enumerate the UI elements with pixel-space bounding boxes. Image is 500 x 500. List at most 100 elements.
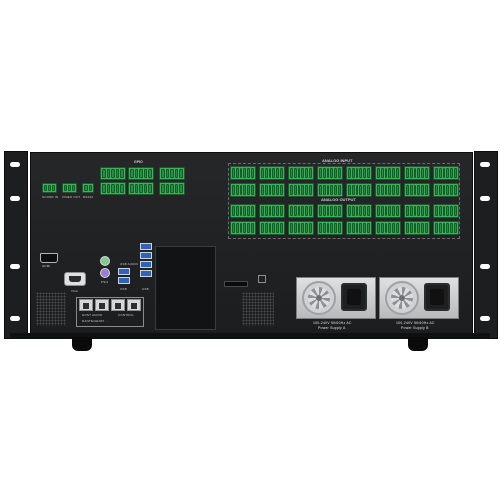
rack-slot: [480, 316, 490, 321]
gpio-terminal-group: [128, 167, 154, 195]
analog-output-terminal[interactable]: [404, 221, 430, 235]
fan-icon: [385, 281, 419, 315]
analog-input-row: [230, 166, 459, 180]
usb-port[interactable]: [118, 268, 130, 275]
analog-output-terminal[interactable]: [259, 204, 285, 218]
rack-slot: [480, 162, 490, 167]
analog-output-terminal[interactable]: [259, 221, 285, 235]
analog-input-terminal[interactable]: [433, 183, 459, 197]
rack-slot: [10, 162, 20, 167]
analog-output-terminal[interactable]: [317, 221, 343, 235]
left-rack-ear: [4, 151, 28, 339]
right-rack-ear: [474, 151, 498, 339]
sound-in-terminal[interactable]: [42, 183, 57, 193]
rack-slot: [10, 196, 20, 201]
sound-in-label: SOUND IN: [42, 195, 59, 199]
ground-terminal: [258, 275, 266, 283]
ps2-port-purple[interactable]: [100, 268, 110, 278]
analog-output-terminal[interactable]: [288, 221, 314, 235]
analog-input-terminal[interactable]: [317, 166, 343, 180]
psu-b-rating: 100-240V 50/60Hz AC: [396, 321, 435, 325]
expansion-slot-cover: [155, 246, 216, 330]
usb-label: USB: [142, 287, 149, 291]
host-audio-label: HOST AUDIO: [82, 313, 103, 317]
analog-input-terminal[interactable]: [230, 166, 256, 180]
rack-slot: [10, 316, 20, 321]
analog-output-terminal[interactable]: [346, 221, 372, 235]
fan-icon: [302, 281, 336, 315]
gpio-terminal[interactable]: [100, 167, 126, 180]
usb-port[interactable]: [140, 261, 152, 268]
analog-input-terminal[interactable]: [288, 183, 314, 197]
analog-output-terminal[interactable]: [375, 204, 401, 218]
rs232-label: RS232: [83, 195, 94, 199]
gpio-label: GPIO: [134, 160, 143, 164]
rating-plate: [224, 281, 248, 287]
usb-port[interactable]: [140, 270, 152, 277]
usb-column-1: [118, 268, 130, 284]
analog-output-row: [230, 221, 459, 235]
power-supply-b: [379, 277, 459, 319]
analog-output-terminal[interactable]: [230, 221, 256, 235]
vent-grille-center: [242, 292, 274, 326]
analog-input-terminal[interactable]: [317, 183, 343, 197]
psu-a-rating: 100-240V 50/60Hz AC: [313, 321, 352, 325]
analog-input-terminal[interactable]: [230, 183, 256, 197]
analog-input-row: [230, 183, 459, 197]
gpio-terminal[interactable]: [128, 182, 154, 195]
control-label: CONTROL: [118, 313, 135, 317]
rack-slot: [10, 264, 20, 269]
analog-input-terminal[interactable]: [259, 166, 285, 180]
analog-input-terminal[interactable]: [404, 166, 430, 180]
hdmi-label: HDMI: [42, 264, 51, 268]
psu-a-name: Power Supply A: [318, 326, 346, 330]
ethernet-port[interactable]: [111, 299, 125, 311]
power-inlet-b[interactable]: [424, 283, 450, 311]
dante-note: DANTE/AES67 ...: [82, 319, 109, 323]
psu-b-name: Power Supply B: [401, 326, 429, 330]
ethernet-port[interactable]: [127, 299, 141, 311]
rs232-terminal[interactable]: [82, 183, 94, 193]
gpio-terminal[interactable]: [159, 182, 185, 195]
analog-input-terminal[interactable]: [375, 166, 401, 180]
analog-input-terminal[interactable]: [288, 166, 314, 180]
analog-output-terminal[interactable]: [317, 204, 343, 218]
power-inlet-a[interactable]: [341, 283, 367, 311]
rubber-foot-left: [72, 337, 92, 351]
gpio-terminal-group: [159, 167, 185, 195]
gpio-terminal[interactable]: [159, 167, 185, 180]
analog-output-terminal[interactable]: [433, 204, 459, 218]
vga-port[interactable]: [64, 272, 86, 286]
power-supply-a: [296, 277, 376, 319]
analog-input-terminal[interactable]: [404, 183, 430, 197]
usb-port[interactable]: [140, 252, 152, 259]
analog-input-terminal[interactable]: [346, 183, 372, 197]
gpio-terminal[interactable]: [100, 182, 126, 195]
usb-port[interactable]: [118, 277, 130, 284]
analog-output-label: ANALOG OUTPUT: [321, 197, 356, 202]
video-out-label: VIDEO OUT: [62, 195, 81, 199]
rack-slot: [480, 264, 490, 269]
analog-output-terminal[interactable]: [288, 204, 314, 218]
vga-label: VGA: [71, 289, 78, 293]
analog-output-row: [230, 204, 459, 218]
analog-input-terminal[interactable]: [346, 166, 372, 180]
rubber-foot-right: [408, 337, 428, 351]
analog-input-terminal[interactable]: [433, 166, 459, 180]
usb-label: USB: [120, 287, 127, 291]
analog-output-terminal[interactable]: [230, 204, 256, 218]
analog-input-terminal[interactable]: [375, 183, 401, 197]
analog-input-terminal[interactable]: [259, 183, 285, 197]
hdmi-port[interactable]: [40, 253, 58, 263]
rack-slot: [480, 196, 490, 201]
ethernet-port[interactable]: [95, 299, 109, 311]
analog-output-terminal[interactable]: [346, 204, 372, 218]
analog-output-terminal[interactable]: [404, 204, 430, 218]
video-out-terminal[interactable]: [62, 183, 77, 193]
analog-output-terminal[interactable]: [433, 221, 459, 235]
ethernet-port[interactable]: [79, 299, 93, 311]
analog-output-terminal[interactable]: [375, 221, 401, 235]
ps2-port-green[interactable]: [100, 256, 110, 266]
gpio-terminal[interactable]: [128, 167, 154, 180]
usb-port[interactable]: [140, 243, 152, 250]
